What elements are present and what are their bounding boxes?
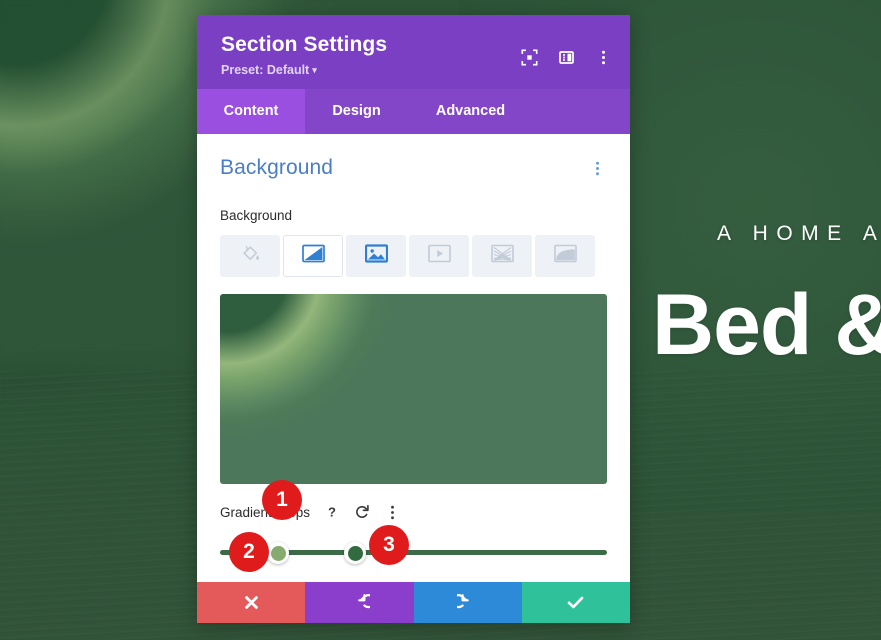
background-type-gradient[interactable] (283, 235, 343, 278)
help-icon[interactable]: ? (321, 501, 343, 523)
gradient-stop-color-swatch (347, 545, 363, 561)
hero-text-block: A HOME A Bed & (652, 222, 881, 368)
callout-badge-1: 1 (262, 480, 302, 520)
gradient-stop-color-swatch (270, 545, 286, 561)
callout-badge-2: 2 (229, 532, 269, 572)
pattern-icon (490, 244, 514, 268)
cancel-button[interactable] (197, 582, 306, 623)
gradient-stop-handle-2[interactable] (344, 542, 367, 565)
background-type-image[interactable] (346, 235, 406, 278)
modal-tabs: Content Design Advanced (197, 89, 630, 135)
background-section-header: Background (220, 156, 607, 186)
undo-icon (358, 594, 370, 609)
gradient-stop-handle-1[interactable] (267, 542, 290, 565)
callout-badge-3: 3 (369, 525, 409, 565)
section-settings-modal: Section Settings Preset: Default ▾ Conte… (197, 15, 630, 623)
more-vertical-icon[interactable] (594, 48, 612, 66)
preset-label: Preset: Default (221, 63, 310, 78)
background-field-label: Background (220, 208, 293, 224)
gradient-stops-slider[interactable] (220, 542, 607, 565)
hero-kicker: A HOME A (717, 222, 881, 245)
background-type-pattern[interactable] (472, 235, 532, 278)
layout-icon[interactable] (557, 48, 575, 66)
background-type-color-fill[interactable] (220, 235, 280, 278)
modal-header: Section Settings Preset: Default ▾ (197, 15, 630, 90)
tab-advanced[interactable]: Advanced (408, 89, 533, 134)
hero-headline: Bed & (652, 277, 881, 373)
background-type-selector (220, 235, 607, 278)
video-icon (427, 244, 451, 268)
gradient-preview[interactable] (220, 294, 607, 485)
gradient-icon (301, 244, 325, 268)
chevron-down-icon: ▾ (312, 65, 317, 76)
background-type-video[interactable] (409, 235, 469, 278)
focus-icon[interactable] (520, 48, 538, 66)
background-type-mask[interactable] (535, 235, 595, 278)
svg-text:?: ? (328, 505, 336, 520)
undo-button[interactable] (305, 582, 414, 623)
redo-button[interactable] (413, 582, 522, 623)
image-icon (364, 244, 388, 268)
close-icon (244, 596, 258, 609)
check-icon (568, 596, 584, 609)
section-more-vertical-icon[interactable] (588, 156, 607, 186)
mask-icon (553, 244, 577, 268)
save-button[interactable] (521, 582, 630, 623)
modal-body: Background Background Gradient Stops ? (197, 134, 630, 582)
gradient-stops-more-vertical-icon[interactable] (381, 501, 403, 523)
section-title: Background (220, 156, 334, 180)
redo-icon (457, 594, 469, 609)
tab-content[interactable]: Content (197, 89, 305, 135)
modal-footer (197, 582, 630, 623)
tab-design[interactable]: Design (305, 89, 408, 134)
modal-header-actions (520, 48, 612, 66)
paint-bucket-icon (240, 243, 261, 269)
reset-icon[interactable] (351, 501, 373, 523)
